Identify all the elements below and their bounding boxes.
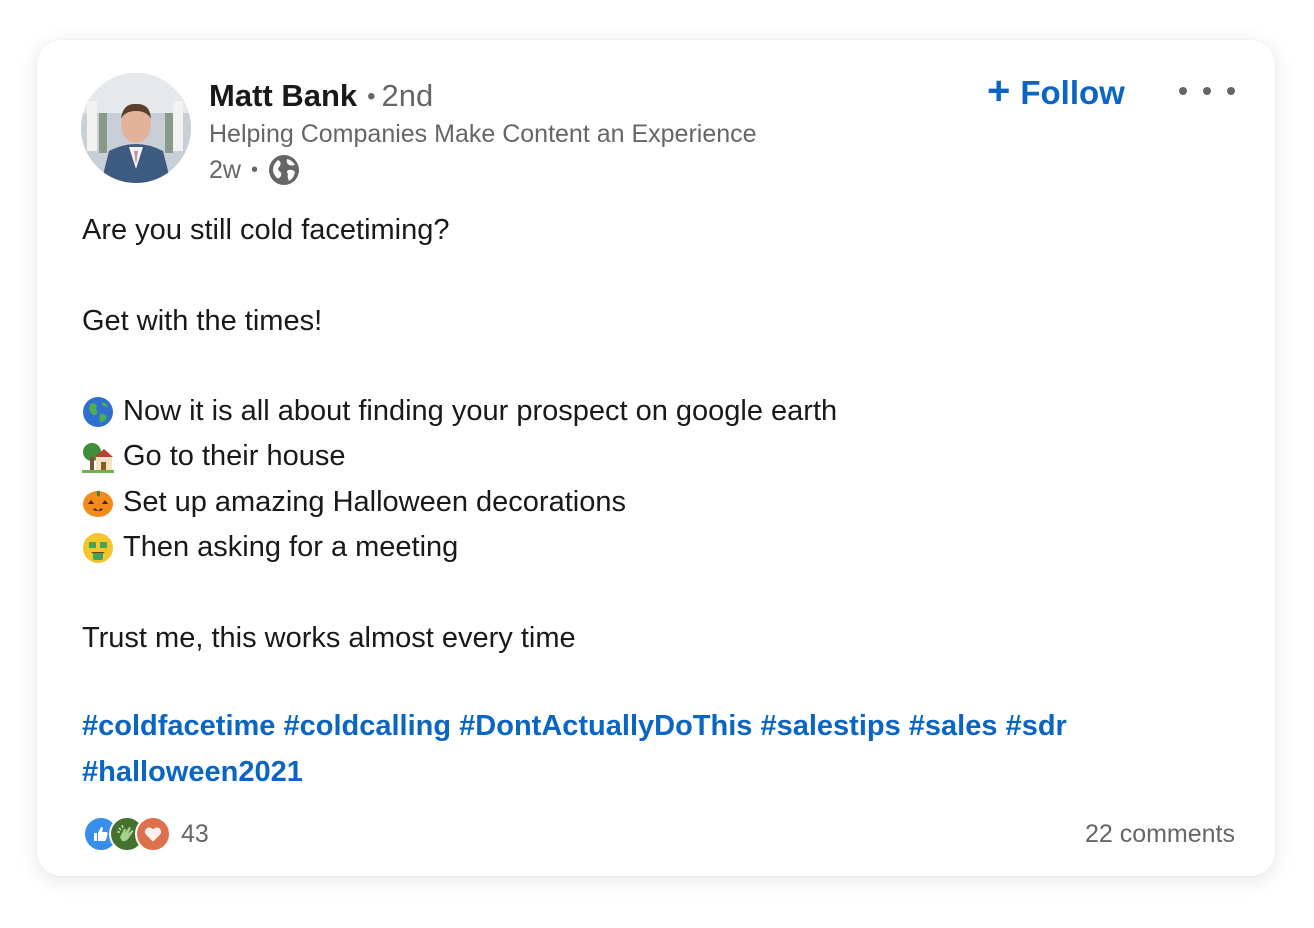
post-time: 2w (209, 155, 241, 184)
avatar-photo (81, 73, 191, 183)
more-dot (1179, 87, 1187, 95)
bullet-text: Go to their house (123, 440, 346, 473)
post-body: Are you still cold facetiming? Get with … (82, 208, 1232, 661)
bullet-line: Set up amazing Halloween decorations (82, 480, 1232, 525)
reaction-count: 43 (181, 819, 209, 848)
author-name[interactable]: Matt Bank (209, 78, 357, 113)
bullet-line: Then asking for a meeting (82, 525, 1232, 570)
hashtag-link[interactable]: #sales (909, 710, 998, 742)
hashtag-link[interactable]: #salestips (760, 710, 900, 742)
globe-earth-icon (82, 396, 114, 428)
jack-o-lantern-icon (82, 486, 114, 518)
bullet-line: Now it is all about finding your prospec… (82, 389, 1232, 434)
house-garden-icon (82, 441, 114, 474)
follow-button[interactable]: + Follow (987, 70, 1125, 116)
hashtag-link[interactable]: #halloween2021 (82, 756, 303, 788)
money-mouth-face-icon (82, 532, 114, 564)
more-dot (1227, 87, 1235, 95)
author-name-row: Matt Bank • 2nd (209, 76, 433, 119)
globe-icon (268, 154, 300, 186)
bullet-line: Go to their house (82, 434, 1232, 479)
bullet-text: Now it is all about finding your prospec… (123, 395, 838, 428)
love-icon (135, 816, 171, 852)
reactions-summary[interactable]: 43 (83, 816, 209, 852)
meta-separator: • (250, 158, 258, 181)
bullet-text: Then asking for a meeting (123, 531, 459, 564)
post-line: Trust me, this works almost every time (82, 621, 576, 654)
more-options-button[interactable] (1179, 76, 1235, 106)
hashtag-link[interactable]: #coldcalling (283, 710, 451, 742)
more-dot (1203, 87, 1211, 95)
hashtags: #coldfacetime #coldcalling #DontActually… (82, 704, 1232, 795)
plus-icon: + (987, 69, 1011, 113)
post-line: Get with the times! (82, 304, 323, 337)
hashtag-link[interactable]: #sdr (1006, 710, 1067, 742)
author-headline: Helping Companies Make Content an Experi… (209, 120, 757, 148)
post-line: Are you still cold facetiming? (82, 214, 450, 246)
avatar[interactable] (81, 73, 191, 183)
comments-count-link[interactable]: 22 comments (1085, 816, 1235, 852)
post-card: Matt Bank • 2nd Helping Companies Make Con… (37, 40, 1275, 876)
follow-label: Follow (1020, 74, 1125, 111)
bullet-text: Set up amazing Halloween decorations (123, 485, 626, 518)
post-meta: 2w • (209, 152, 300, 188)
hashtag-link[interactable]: #coldfacetime (82, 710, 275, 742)
connection-degree: 2nd (381, 78, 434, 113)
separator-dot: • (367, 83, 376, 110)
hashtag-link[interactable]: #DontActuallyDoThis (459, 710, 752, 742)
